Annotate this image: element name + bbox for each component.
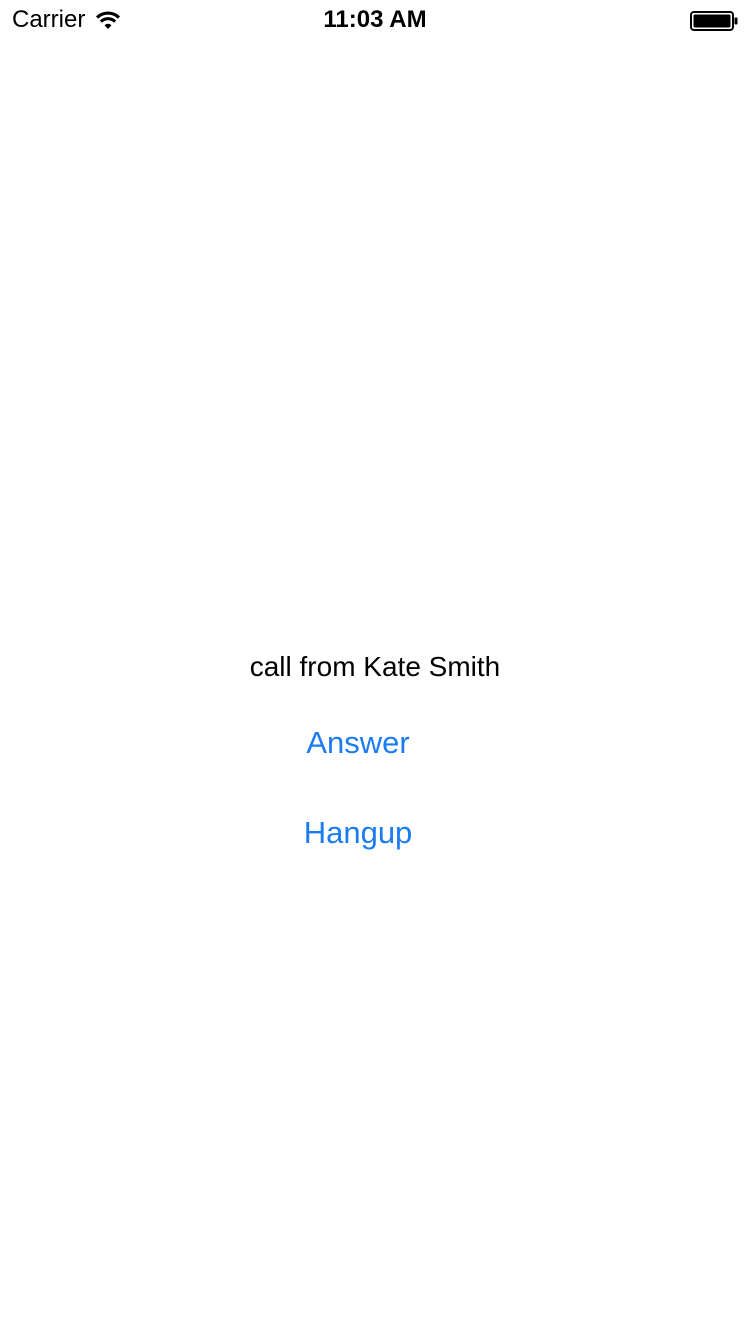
hangup-button[interactable]: Hangup bbox=[258, 803, 458, 863]
battery-icon bbox=[690, 11, 738, 31]
status-bar: Carrier 11:03 AM bbox=[0, 0, 750, 40]
caller-label: call from Kate Smith bbox=[249, 651, 501, 682]
incoming-call-screen: Carrier 11:03 AM call from Kate Smith An… bbox=[0, 0, 750, 1334]
answer-button[interactable]: Answer bbox=[258, 713, 458, 773]
status-time: 11:03 AM bbox=[323, 6, 427, 33]
